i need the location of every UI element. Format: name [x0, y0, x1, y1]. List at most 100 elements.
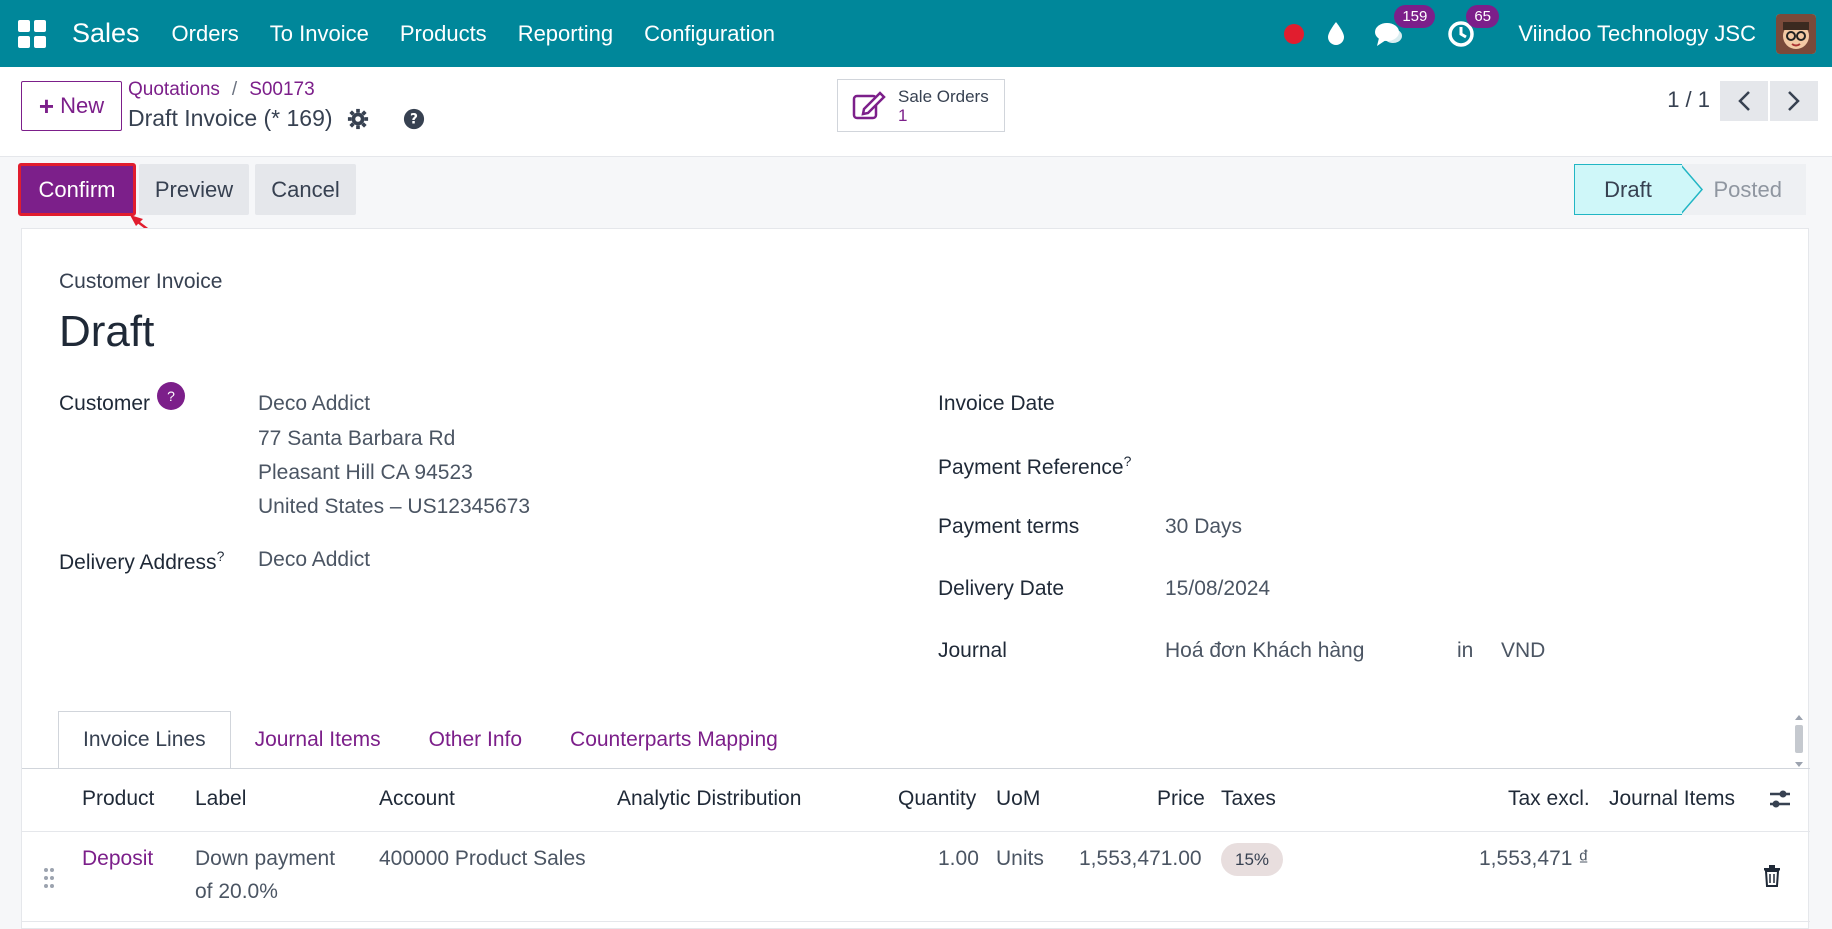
row-product[interactable]: Deposit: [82, 847, 153, 871]
invoice-type-label: Customer Invoice: [59, 270, 223, 293]
apps-menu-icon[interactable]: [18, 19, 46, 48]
menu-to-invoice[interactable]: To Invoice: [270, 21, 369, 47]
activities-button[interactable]: 65: [1446, 4, 1499, 49]
optional-columns-icon[interactable]: [1768, 787, 1792, 811]
row-quantity[interactable]: 1.00: [938, 847, 979, 871]
help-circle-icon[interactable]: ?: [403, 108, 425, 130]
cancel-button[interactable]: Cancel: [255, 164, 356, 215]
user-avatar[interactable]: [1776, 13, 1816, 54]
record-indicator-icon[interactable]: [1284, 23, 1305, 44]
customer-city: Pleasant Hill CA 94523: [258, 461, 473, 484]
menu-configuration[interactable]: Configuration: [644, 21, 775, 47]
column-label[interactable]: Label: [195, 787, 246, 811]
smart-button-label: Sale Orders: [898, 86, 989, 106]
form-sheet: Customer Invoice Draft Customer ? Deco A…: [21, 228, 1810, 929]
edit-document-icon: [852, 90, 886, 119]
tab-journal-items[interactable]: Journal Items: [231, 711, 405, 769]
currency-field[interactable]: VND: [1501, 639, 1545, 663]
row-price[interactable]: 1,553,471.00: [1079, 847, 1202, 871]
scroll-thumb[interactable]: [1795, 725, 1803, 753]
breadcrumb-quotations[interactable]: Quotations: [128, 79, 220, 101]
menu-reporting[interactable]: Reporting: [518, 21, 613, 47]
chevron-right-icon: [1788, 91, 1800, 111]
row-tax-excl: 1,553,471 ₫: [1479, 847, 1590, 870]
page-title-row: Draft Invoice (* 169) ?: [128, 105, 425, 132]
delivery-date-label: Delivery Date: [938, 577, 1065, 600]
journal-in-text: in: [1457, 639, 1474, 662]
menu-products[interactable]: Products: [400, 21, 487, 47]
confirm-button[interactable]: Confirm: [18, 163, 136, 216]
preview-button[interactable]: Preview: [139, 164, 249, 215]
messages-badge: 159: [1394, 4, 1436, 28]
tab-counterparts-mapping[interactable]: Counterparts Mapping: [546, 711, 802, 769]
payment-terms-label: Payment terms: [938, 515, 1080, 538]
status-bar: Draft Posted: [1574, 164, 1806, 215]
new-button[interactable]: + New: [21, 81, 122, 131]
column-price[interactable]: Price: [1157, 787, 1205, 811]
messages-button[interactable]: 159: [1374, 4, 1436, 49]
column-uom[interactable]: UoM: [996, 787, 1040, 811]
tab-other-info[interactable]: Other Info: [405, 711, 546, 769]
notebook-tabs: Invoice Lines Journal Items Other Info C…: [58, 711, 802, 769]
row-label-line1[interactable]: Down payment: [195, 847, 335, 871]
row-account[interactable]: 400000 Product Sales: [379, 847, 586, 871]
column-journal-items[interactable]: Journal Items: [1609, 787, 1735, 811]
breadcrumb-separator: /: [231, 79, 238, 100]
column-quantity[interactable]: Quantity: [898, 787, 976, 811]
gear-icon[interactable]: [347, 108, 369, 130]
page-title: Draft Invoice (* 169): [128, 105, 333, 131]
column-account[interactable]: Account: [379, 787, 455, 811]
breadcrumb-order[interactable]: S00173: [249, 79, 315, 101]
action-bar: Confirm Preview Cancel Draft Posted: [0, 158, 1832, 228]
delivery-address-field[interactable]: Deco Addict: [258, 548, 370, 572]
customer-name[interactable]: Deco Addict: [258, 392, 370, 416]
column-tax-excl[interactable]: Tax excl.: [1508, 787, 1590, 811]
journal-field[interactable]: Hoá đơn Khách hàng: [1165, 639, 1364, 663]
payment-reference-label: Payment Reference?: [938, 453, 1132, 479]
water-drop-icon[interactable]: [1326, 21, 1346, 47]
svg-text:?: ?: [410, 111, 418, 127]
pager-next-button[interactable]: [1770, 81, 1818, 121]
column-analytic-distribution[interactable]: Analytic Distribution: [617, 787, 801, 811]
pager-previous-button[interactable]: [1720, 81, 1768, 121]
company-switcher[interactable]: Viindoo Technology JSC: [1518, 21, 1756, 47]
row-label-line2[interactable]: of 20.0%: [195, 880, 278, 904]
stage-chevron-icon: [1680, 164, 1703, 215]
drag-handle-icon[interactable]: [42, 867, 56, 889]
invoice-date-label: Invoice Date: [938, 392, 1055, 415]
trash-icon[interactable]: [1762, 865, 1782, 887]
customer-label: Customer: [59, 392, 151, 415]
payment-terms-field[interactable]: 30 Days: [1165, 515, 1242, 539]
app-brand[interactable]: Sales: [72, 18, 140, 49]
menu-orders[interactable]: Orders: [172, 21, 239, 47]
row-uom[interactable]: Units: [996, 847, 1044, 871]
tab-invoice-lines[interactable]: Invoice Lines: [58, 711, 231, 769]
plus-icon: +: [38, 91, 55, 121]
invoice-name: Draft: [59, 307, 155, 356]
chevron-left-icon: [1738, 91, 1750, 111]
row-tax-tag[interactable]: 15%: [1221, 843, 1284, 876]
new-button-label: New: [60, 93, 105, 118]
control-panel: + New Quotations / S00173 Draft Invoice …: [0, 67, 1832, 157]
stage-draft-label: Draft: [1604, 176, 1652, 202]
smart-button-count: 1: [898, 105, 908, 125]
delivery-date-field[interactable]: 15/08/2024: [1165, 577, 1270, 601]
column-product[interactable]: Product: [82, 787, 154, 811]
activities-badge: 65: [1466, 4, 1499, 28]
pager-value[interactable]: 1 / 1: [1667, 87, 1710, 113]
journal-label: Journal: [938, 639, 1007, 662]
sale-orders-smart-button[interactable]: Sale Orders 1: [837, 79, 1005, 132]
header-divider: [22, 831, 1810, 832]
column-taxes[interactable]: Taxes: [1221, 787, 1276, 811]
top-navbar: Sales Orders To Invoice Products Reporti…: [0, 0, 1832, 67]
stage-draft[interactable]: Draft: [1574, 164, 1703, 215]
payment-reference-tooltip[interactable]: ?: [1124, 453, 1132, 469]
breadcrumb: Quotations / S00173: [128, 79, 315, 101]
customer-help-icon[interactable]: ?: [157, 382, 185, 410]
scroll-down-icon: [1795, 762, 1803, 767]
scroll-up-icon: [1795, 715, 1803, 720]
tabs-scrollbar[interactable]: [1794, 713, 1804, 769]
delivery-address-label: Delivery Address?: [59, 548, 225, 574]
delivery-address-tooltip[interactable]: ?: [217, 548, 225, 564]
customer-street: 77 Santa Barbara Rd: [258, 427, 456, 450]
